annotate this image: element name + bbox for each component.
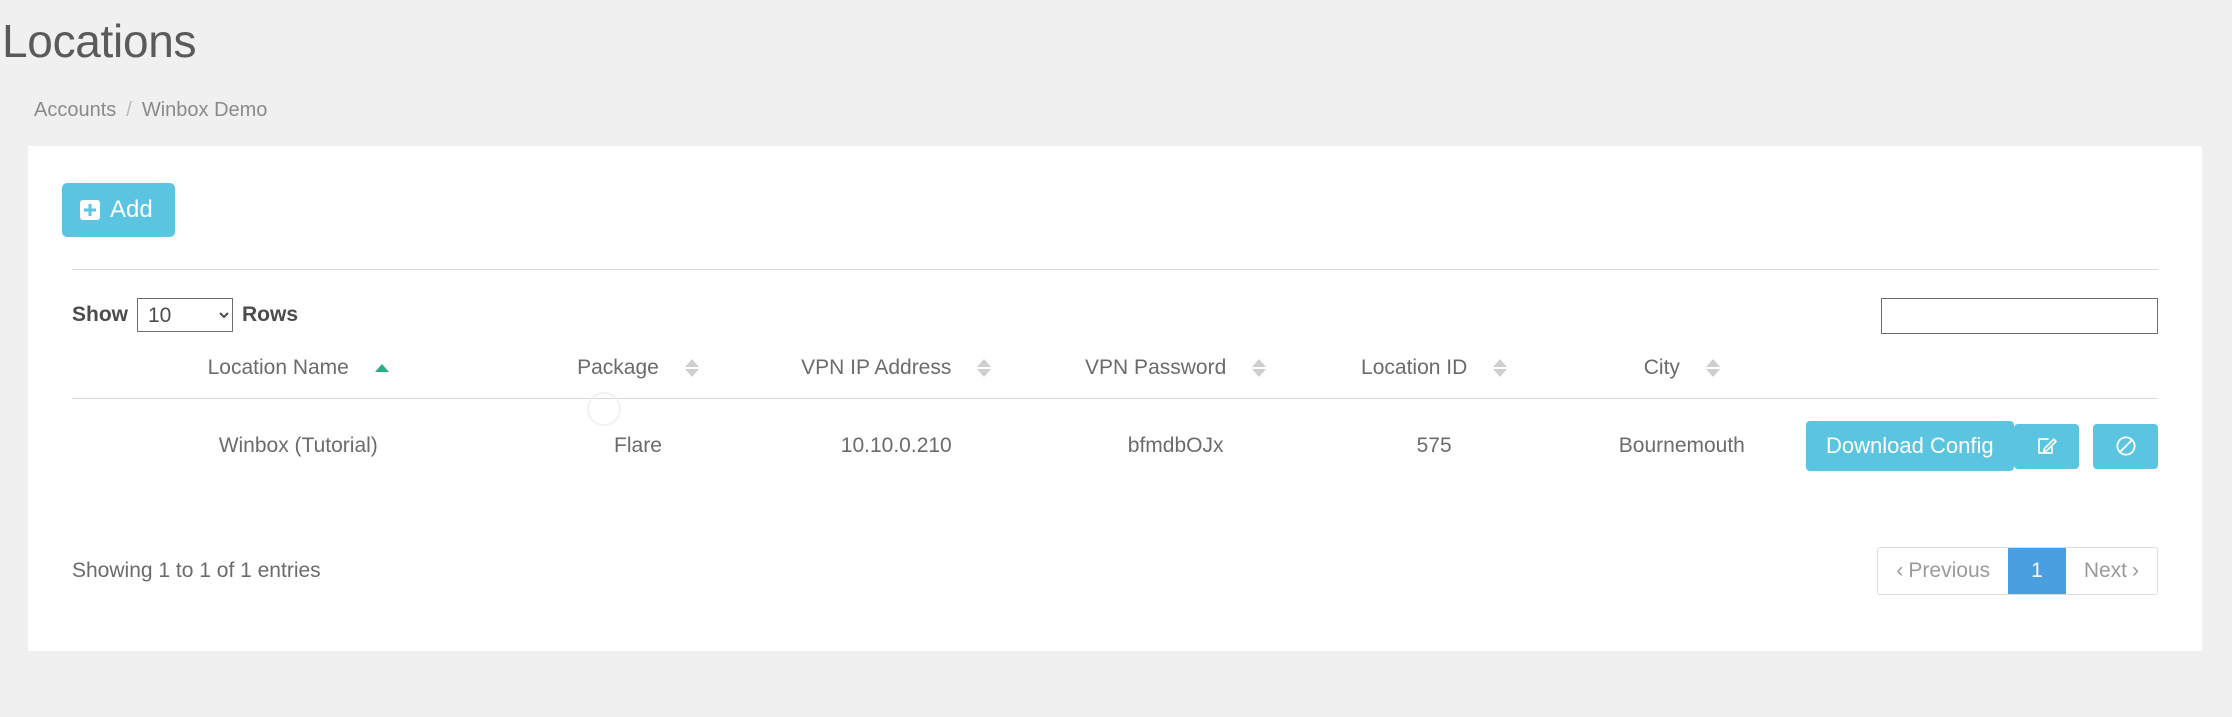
sort-arrows-icon (1705, 359, 1720, 378)
pagination-next[interactable]: Next › (2065, 548, 2157, 595)
pagination-page-1[interactable]: 1 (2008, 548, 2066, 595)
entries-info: Showing 1 to 1 of 1 entries (72, 559, 321, 583)
column-label: City (1643, 356, 1680, 380)
add-button-label: Add (110, 196, 153, 224)
pagination: ‹ Previous 1 Next › (1877, 547, 2158, 596)
sort-arrows-icon (977, 359, 992, 378)
edit-pencil-square-icon (2037, 438, 2057, 455)
column-label: Package (577, 356, 659, 380)
table-row: Winbox (Tutorial) Flare 10.10.0.210 bfmd… (72, 399, 2158, 494)
column-header-vpn-password[interactable]: VPN Password (1041, 356, 1311, 400)
cell-download: Download Config (1806, 399, 2015, 494)
cell-vpn-password: bfmdbOJx (1127, 434, 1224, 458)
table-head: Location Name Package VPN IP Address VPN… (72, 356, 2158, 400)
pagination-next-label: Next (2083, 559, 2127, 583)
cell-vpn-ip-address: 10.10.0.210 (840, 434, 952, 458)
table-header-row: Location Name Package VPN IP Address VPN… (72, 356, 2158, 400)
panel-toolbar: Add (29, 147, 2201, 238)
column-label: Location ID (1361, 356, 1468, 380)
sort-arrows-icon (684, 359, 699, 378)
cell-city: Bournemouth (1618, 434, 1745, 458)
page-length-control: Show 10 Rows (72, 298, 299, 333)
edit-button[interactable] (2014, 423, 2080, 469)
column-label: VPN Password (1085, 356, 1227, 380)
search-input[interactable] (1881, 298, 2158, 335)
download-config-button[interactable]: Download Config (1806, 421, 2014, 472)
chevron-left-icon: ‹ (1896, 559, 1904, 583)
breadcrumb: Accounts / Winbox Demo (0, 69, 2232, 122)
column-label: VPN IP Address (801, 356, 952, 380)
pagination-previous[interactable]: ‹ Previous (1878, 548, 2009, 595)
breadcrumb-item-accounts[interactable]: Accounts (34, 99, 116, 121)
column-header-city[interactable]: City (1558, 356, 1806, 400)
pagination-previous-label: Previous (1908, 559, 1991, 583)
table-controls: Show 10 Rows (29, 270, 2201, 335)
column-header-location-name[interactable]: Location Name (72, 356, 525, 400)
breadcrumb-separator: / (126, 99, 132, 122)
ban-circle-slash-icon (2115, 436, 2136, 456)
disable-button[interactable] (2093, 423, 2158, 469)
table-body: Winbox (Tutorial) Flare 10.10.0.210 bfmd… (72, 399, 2158, 494)
column-header-location-id[interactable]: Location ID (1310, 356, 1559, 400)
rows-label: Rows (242, 303, 299, 327)
add-button[interactable]: Add (62, 183, 175, 238)
locations-table: Location Name Package VPN IP Address VPN… (72, 356, 2158, 493)
column-header-vpn-ip-address[interactable]: VPN IP Address (751, 356, 1042, 400)
page-title: Locations (2, 15, 197, 67)
sort-arrows-icon (1493, 359, 1508, 378)
breadcrumb-item-current: Winbox Demo (141, 99, 268, 122)
column-header-package[interactable]: Package (524, 356, 752, 400)
cell-location-name: Winbox (Tutorial) (218, 434, 378, 458)
page-length-select[interactable]: 10 (137, 298, 233, 333)
column-header-download (1805, 356, 2015, 400)
locations-panel: Add Show 10 Rows Location Name Package V… (28, 146, 2202, 652)
show-label: Show (72, 303, 128, 327)
sort-arrows-icon (1252, 359, 1267, 378)
column-header-actions (2014, 356, 2158, 400)
column-label: Location Name (207, 356, 349, 380)
sort-arrows-ascending-icon (374, 364, 389, 373)
cell-package: Flare (614, 434, 662, 458)
chevron-right-icon: › (2132, 559, 2139, 583)
plus-square-icon (80, 200, 100, 221)
table-footer: Showing 1 to 1 of 1 entries ‹ Previous 1… (29, 493, 2201, 596)
loading-spinner (587, 392, 621, 427)
cell-location-id: 575 (1416, 434, 1452, 458)
cell-actions (2014, 399, 2158, 494)
